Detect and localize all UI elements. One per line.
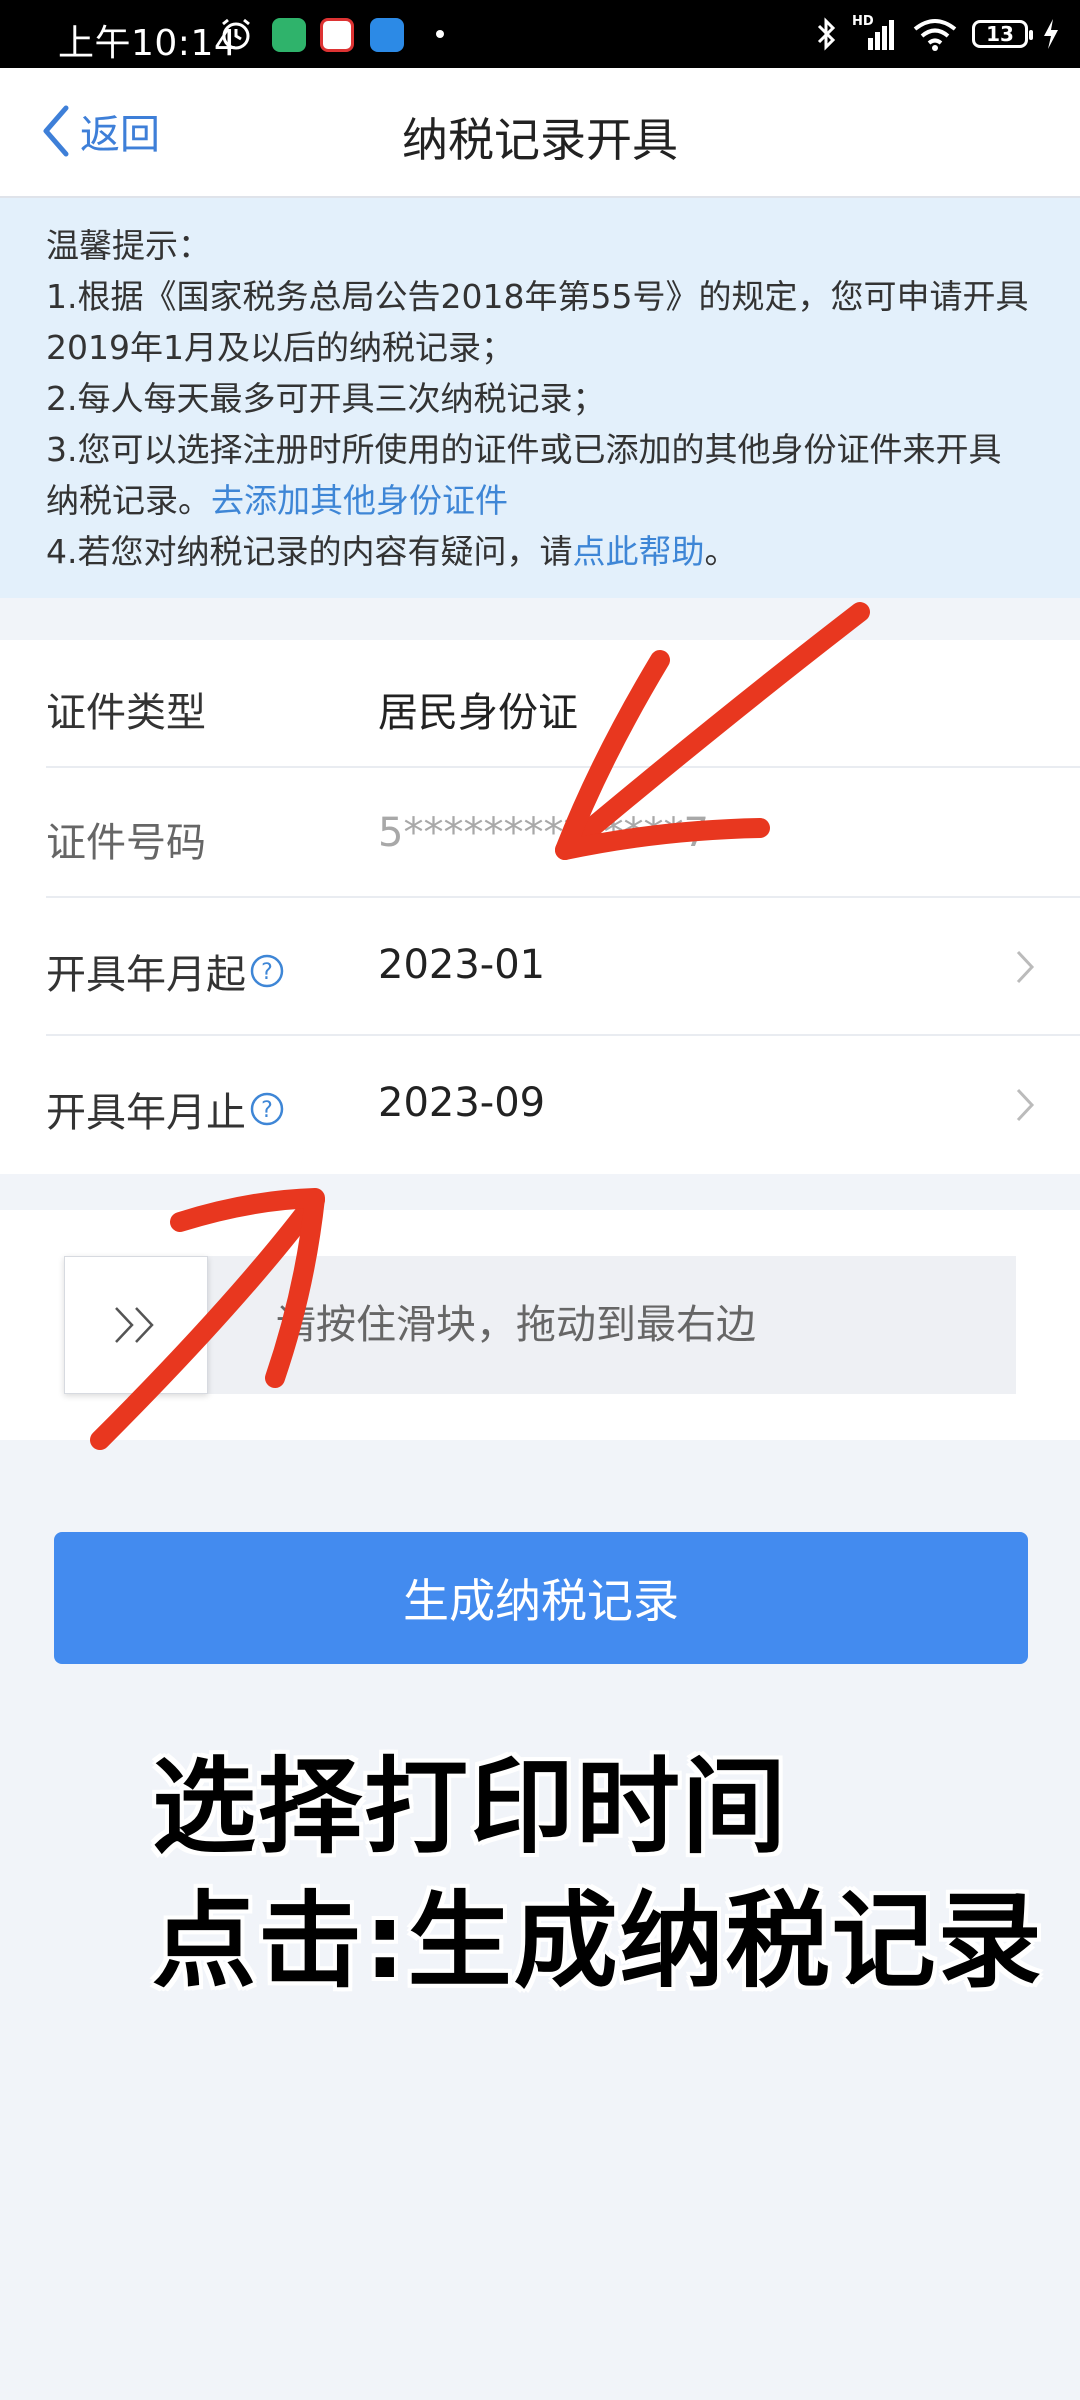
annotation-line-1: 选择打印时间 [152, 1746, 789, 1868]
svg-text:?: ? [261, 1098, 273, 1123]
slider-verification: 请按住滑块，拖动到最右边 [0, 1210, 1080, 1440]
bluetooth-icon [817, 17, 836, 51]
annotation-line-2: 点击:生成纳税记录 [152, 1880, 1044, 2002]
battery-icon: 13 [972, 20, 1033, 48]
page-title: 纳税记录开具 [402, 113, 678, 167]
end-month-value: 2023-09 [378, 1080, 546, 1126]
notice-heading: 温馨提示： [46, 226, 211, 265]
id-type-row[interactable]: 证件类型 居民身份证 [46, 640, 1080, 768]
slider-hint: 请按住滑块，拖动到最右边 [276, 1302, 756, 1348]
end-month-label: 开具年月止 ? [46, 1080, 284, 1138]
generate-record-button[interactable]: 生成纳税记录 [54, 1532, 1028, 1664]
double-chevron-right-icon [115, 1307, 154, 1343]
wifi-icon [913, 19, 957, 51]
app-notification-icon [272, 18, 306, 52]
notice-panel: 温馨提示： 1.根据《国家税务总局公告2018年第55号》的规定，您可申请开具2… [0, 198, 1080, 598]
id-type-value: 居民身份证 [378, 690, 578, 736]
start-month-row[interactable]: 开具年月起 ? 2023-01 [46, 898, 1080, 1036]
add-id-link[interactable]: 去添加其他身份证件 [211, 481, 508, 520]
notice-line-3: 3.您可以选择注册时所使用的证件或已添加的其他身份证件来开具纳税记录。去添加其他… [46, 430, 1002, 520]
id-type-label: 证件类型 [46, 690, 206, 736]
charging-icon [1044, 19, 1058, 49]
end-month-row[interactable]: 开具年月止 ? 2023-09 [46, 1036, 1080, 1174]
cell-signal-icon: HD [852, 14, 898, 52]
svg-text:?: ? [261, 960, 273, 985]
status-bar: 上午10:14 HD 13 [0, 0, 1080, 68]
more-notifications-icon [436, 30, 444, 38]
nav-bar: 返回 纳税记录开具 [0, 68, 1080, 198]
notice-line-1: 1.根据《国家税务总局公告2018年第55号》的规定，您可申请开具2019年1月… [46, 277, 1029, 367]
start-month-label: 开具年月起 ? [46, 942, 284, 1000]
slider-handle[interactable] [64, 1256, 208, 1394]
chevron-right-icon [1016, 950, 1035, 984]
record-form: 证件类型 居民身份证 证件号码 5**************7 开具年月起 ?… [0, 640, 1080, 1174]
id-number-row: 证件号码 5**************7 [46, 768, 1080, 898]
id-number-value: 5**************7 [378, 810, 709, 856]
chevron-right-icon [1016, 1088, 1035, 1122]
app-notification-icon [320, 18, 354, 52]
help-icon[interactable]: ? [250, 954, 284, 988]
status-time: 上午10:14 [58, 23, 238, 64]
alarm-icon [222, 18, 250, 50]
app-notification-icon [370, 18, 404, 52]
notice-line-2: 2.每人每天最多可开具三次纳税记录； [46, 379, 606, 418]
help-link[interactable]: 点此帮助 [573, 532, 705, 571]
help-icon[interactable]: ? [250, 1092, 284, 1126]
start-month-value: 2023-01 [378, 942, 546, 988]
notice-line-4: 4.若您对纳税记录的内容有疑问，请点此帮助。 [46, 532, 738, 571]
id-number-label: 证件号码 [46, 820, 206, 866]
